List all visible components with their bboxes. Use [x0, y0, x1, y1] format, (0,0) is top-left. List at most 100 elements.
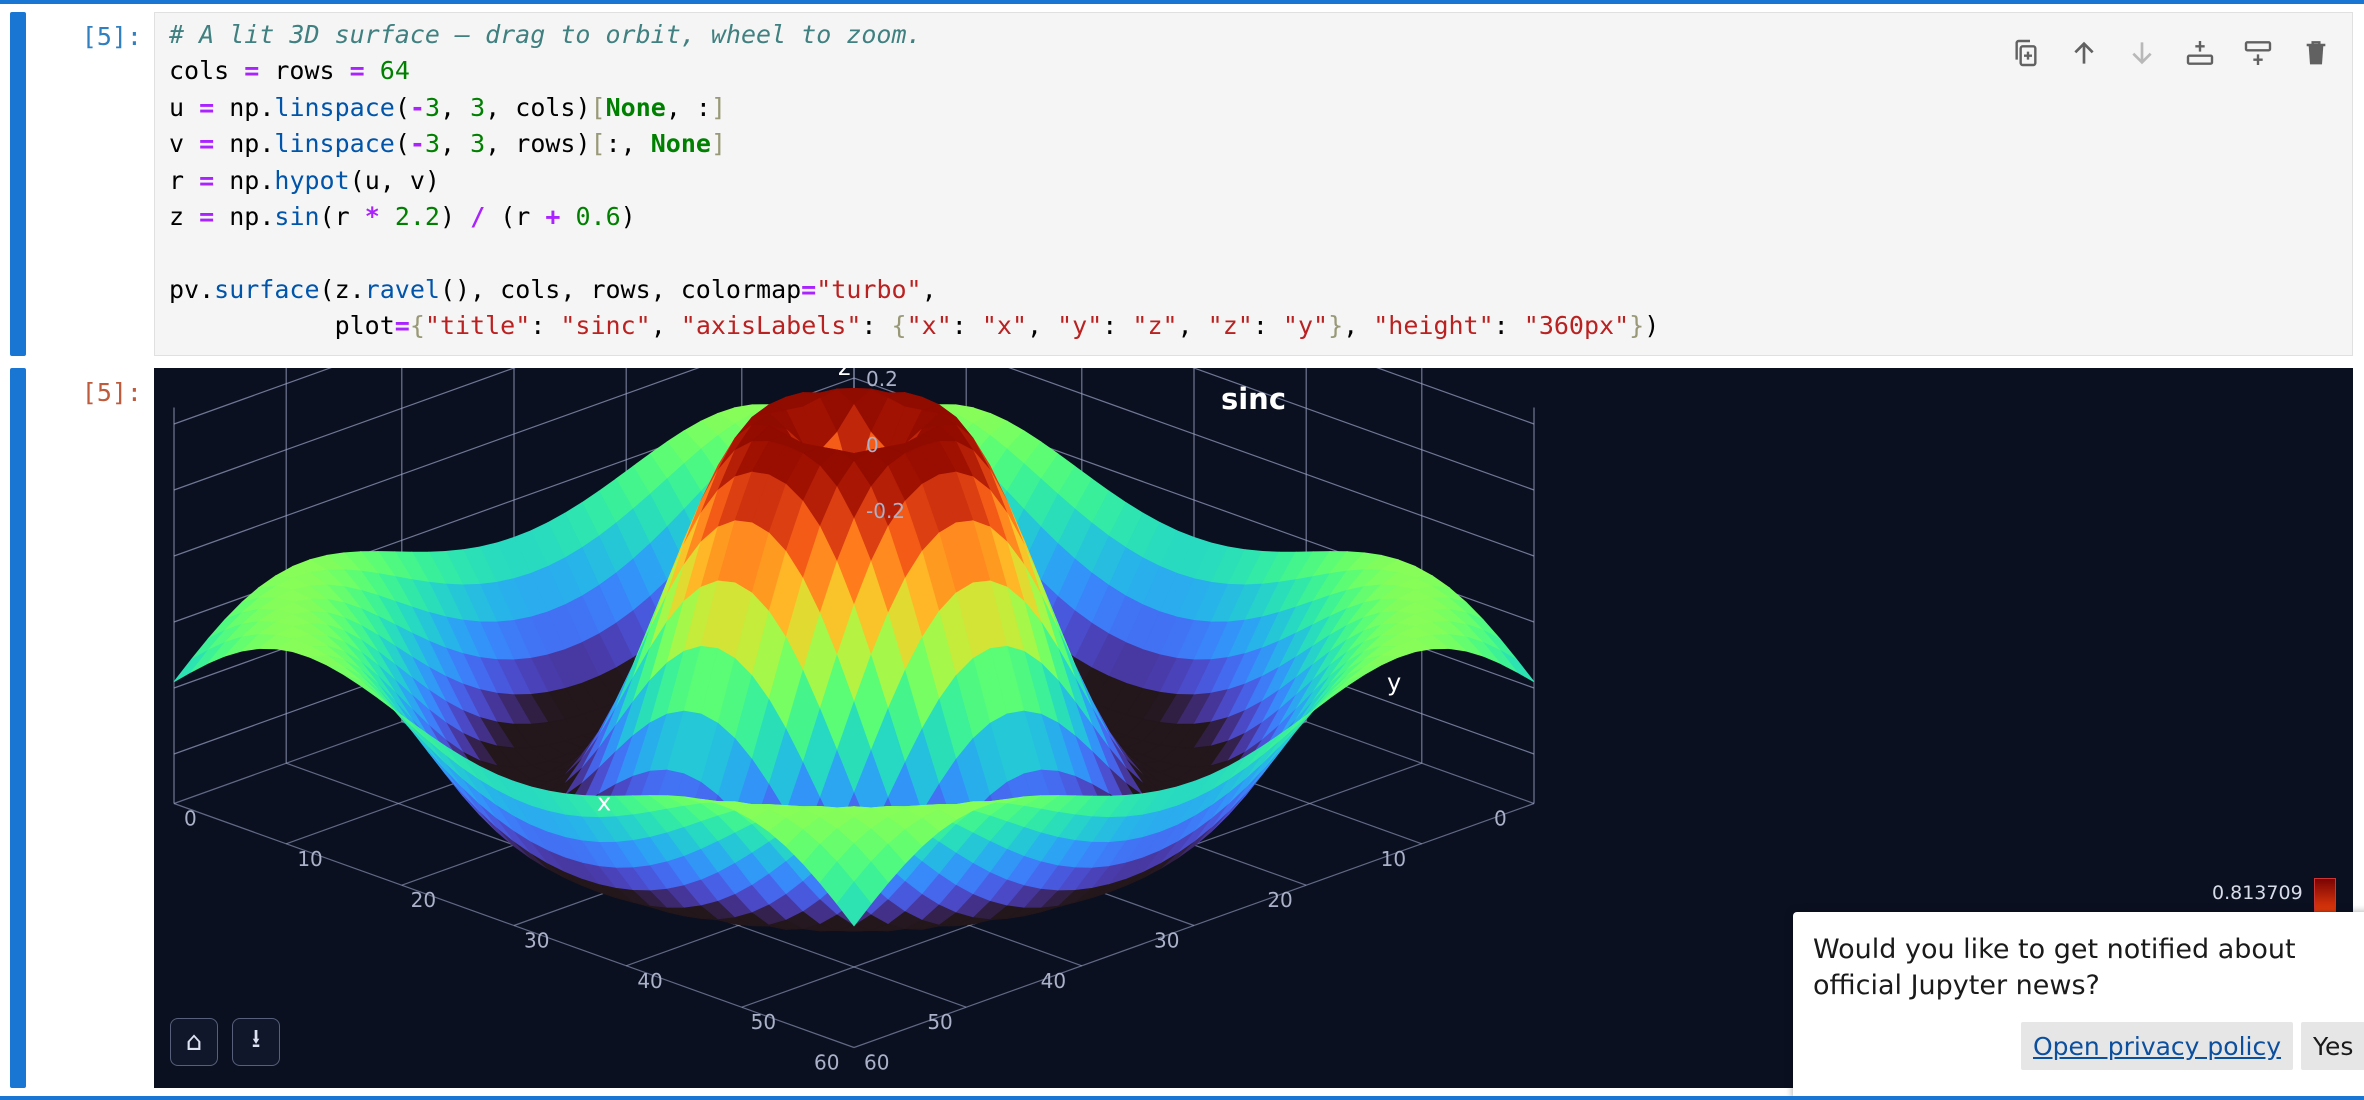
output-cell-collapser[interactable]: [10, 368, 26, 1088]
code-token: v: [169, 129, 200, 159]
code-token: :: [1102, 311, 1133, 341]
x-tick-label: 10: [297, 847, 322, 871]
code-token: [: [590, 129, 606, 159]
code-token: =: [394, 311, 410, 341]
y-tick-label: 20: [1267, 888, 1292, 912]
code-token: sin: [274, 202, 320, 232]
code-token: u: [169, 92, 200, 122]
y-tick-label: 60: [814, 1051, 839, 1075]
privacy-policy-link[interactable]: Open privacy policy: [2021, 1022, 2294, 1070]
code-token: (: [394, 129, 410, 159]
code-token: "y": [1282, 311, 1329, 341]
code-token: "y": [1057, 311, 1103, 341]
code-token: ,: [440, 129, 471, 159]
yes-button[interactable]: Yes: [2301, 1022, 2364, 1070]
code-token: :: [861, 311, 892, 341]
code-token: None: [650, 129, 711, 159]
code-token: , cols): [485, 92, 591, 122]
colorbar-max-label: 0.813709: [2212, 882, 2303, 904]
x-tick-label: 20: [411, 888, 436, 912]
code-editor[interactable]: # A lit 3D surface — drag to orbit, whee…: [154, 12, 2353, 356]
move-up-icon[interactable]: [2066, 35, 2102, 71]
code-token: ): [620, 202, 636, 232]
code-token: np.: [214, 92, 275, 122]
code-token: "x": [906, 311, 952, 341]
code-token: (r: [319, 202, 365, 232]
code-token: "height": [1373, 311, 1494, 341]
code-token: z: [169, 202, 200, 232]
code-content[interactable]: # A lit 3D surface — drag to orbit, whee…: [169, 17, 1659, 345]
code-token: *: [364, 202, 380, 232]
code-token: 3: [470, 92, 486, 122]
code-token: None: [605, 92, 666, 122]
code-token: np.: [214, 165, 275, 195]
z-tick-label: 0: [866, 433, 879, 457]
code-token: =: [199, 92, 215, 122]
code-token: :: [530, 311, 561, 341]
move-down-icon[interactable]: [2124, 35, 2160, 71]
x-tick-label: 50: [751, 1010, 776, 1034]
code-token: {: [409, 311, 425, 341]
notification-message: Would you like to get notified about off…: [1813, 934, 2296, 1001]
cell-toolbar: [2008, 35, 2334, 71]
code-token: ravel: [364, 274, 440, 304]
code-lines: cols = rows = 64 u = np.linspace(-3, 3, …: [169, 56, 1659, 340]
x-tick-label: 0: [184, 807, 197, 831]
code-token: (), cols, rows, colormap: [439, 274, 802, 304]
code-token: linspace: [274, 92, 395, 122]
bottom-border: [0, 1096, 2364, 1100]
code-token: -: [409, 129, 425, 159]
code-token: (r: [485, 202, 546, 232]
x-tick-label: 60: [864, 1051, 889, 1075]
code-token: np.: [214, 129, 275, 159]
code-token: np.: [214, 202, 275, 232]
insert-below-icon[interactable]: [2182, 35, 2218, 71]
code-token: "title": [424, 311, 531, 341]
code-token: -: [409, 92, 425, 122]
code-token: linspace: [274, 129, 395, 159]
code-token: "x": [981, 311, 1028, 341]
code-token: ): [1644, 311, 1660, 341]
code-token: =: [244, 56, 260, 86]
code-token: "360px": [1523, 311, 1630, 341]
code-comment: # A lit 3D surface — drag to orbit, whee…: [169, 20, 922, 49]
input-prompt: [5]:: [81, 22, 142, 51]
code-token: "turbo": [816, 274, 922, 304]
code-token: pv.: [169, 274, 215, 304]
code-token: 3: [470, 129, 486, 159]
code-token: 3: [424, 92, 440, 122]
code-token: surface: [214, 274, 320, 304]
code-token: "axisLabels": [680, 311, 862, 341]
download-icon[interactable]: ⭳: [232, 1018, 280, 1066]
input-cell-collapser[interactable]: [10, 12, 26, 356]
code-token: 0.6: [575, 202, 621, 232]
code-token: :: [951, 311, 982, 341]
y-tick-label: 40: [1041, 969, 1066, 993]
code-token: }: [1328, 311, 1344, 341]
home-icon[interactable]: ⌂: [170, 1018, 218, 1066]
x-tick-label: 30: [524, 929, 549, 953]
delete-icon[interactable]: [2298, 35, 2334, 71]
notification-actions: Open privacy policy Yes: [2021, 1022, 2364, 1070]
code-token: =: [199, 202, 215, 232]
z-tick-label: -0.2: [866, 499, 905, 523]
code-token: (: [394, 92, 410, 122]
code-token: ,: [440, 92, 471, 122]
code-token: {: [891, 311, 907, 341]
code-token: , rows): [485, 129, 591, 159]
insert-above-icon[interactable]: [2240, 35, 2276, 71]
code-token: 64: [379, 56, 410, 86]
duplicate-icon[interactable]: [2008, 35, 2044, 71]
code-token: ,: [1027, 311, 1058, 341]
y-tick-label: 50: [927, 1010, 952, 1034]
code-token: :: [1252, 311, 1283, 341]
code-token: ): [439, 202, 471, 232]
code-token: r: [169, 165, 200, 195]
code-token: =: [801, 274, 817, 304]
code-token: =: [199, 165, 215, 195]
code-token: (z.: [319, 274, 365, 304]
code-token: (u, v): [349, 165, 440, 195]
plot-controls: ⌂ ⭳: [170, 1018, 280, 1066]
